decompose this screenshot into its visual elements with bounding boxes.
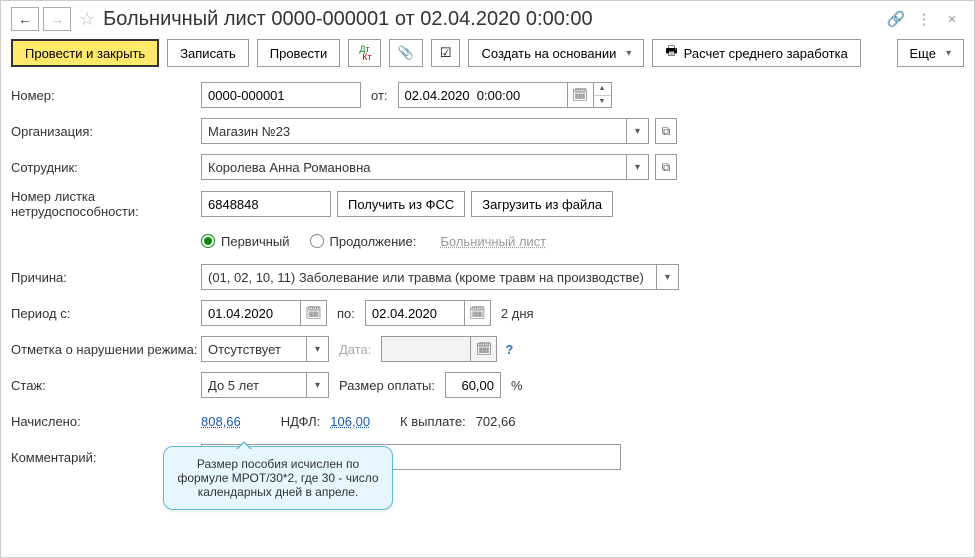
reason-label: Причина: <box>11 270 201 285</box>
violation-date-input <box>381 336 471 362</box>
days-label: 2 дня <box>501 306 534 321</box>
close-icon[interactable]: × <box>940 7 964 31</box>
calendar-icon: 🗓 <box>471 336 497 362</box>
continuation-radio-label: Продолжение: <box>330 234 417 249</box>
employee-open-button[interactable]: ⧉ <box>655 154 677 180</box>
from-label: от: <box>371 88 388 103</box>
period-from-input[interactable] <box>201 300 301 326</box>
seniority-dropdown-button[interactable]: ▾ <box>307 372 329 398</box>
reason-dropdown-button[interactable]: ▾ <box>657 264 679 290</box>
reason-select[interactable]: (01, 02, 10, 11) Заболевание или травма … <box>201 264 657 290</box>
employee-select[interactable]: Королева Анна Романовна <box>201 154 627 180</box>
favorite-star-icon[interactable]: ☆ <box>79 9 95 30</box>
violation-dropdown-button[interactable]: ▾ <box>307 336 329 362</box>
org-dropdown-button[interactable]: ▾ <box>627 118 649 144</box>
calendar-icon[interactable]: 🗓 <box>465 300 491 326</box>
accrued-label: Начислено: <box>11 414 201 429</box>
to-pay-value: 702,66 <box>476 414 516 429</box>
nav-back-button[interactable]: ← <box>11 7 39 31</box>
violation-date-label: Дата: <box>339 342 371 357</box>
org-open-button[interactable]: ⧉ <box>655 118 677 144</box>
help-icon[interactable]: ? <box>505 342 513 357</box>
save-button[interactable]: Записать <box>167 39 249 67</box>
sicklist-link[interactable]: Больничный лист <box>440 234 546 249</box>
calendar-icon[interactable]: 🗓 <box>301 300 327 326</box>
page-title: Больничный лист 0000-000001 от 02.04.202… <box>103 8 880 31</box>
sicknote-label: Номер листка нетрудоспособности: <box>11 189 201 219</box>
load-file-button[interactable]: Загрузить из файла <box>471 191 613 217</box>
pay-size-label: Размер оплаты: <box>339 378 435 393</box>
pay-size-input[interactable] <box>445 372 501 398</box>
continuation-radio[interactable] <box>310 234 324 248</box>
link-icon[interactable]: 🔗 <box>884 7 908 31</box>
to-label: по: <box>337 306 355 321</box>
calendar-icon[interactable]: 🗓 <box>568 82 594 108</box>
dt-kt-icon: Дт Кт <box>357 45 371 61</box>
checklist-icon: ☑ <box>440 45 452 61</box>
seniority-label: Стаж: <box>11 378 201 393</box>
period-to-input[interactable] <box>365 300 465 326</box>
number-input[interactable] <box>201 82 361 108</box>
employee-dropdown-button[interactable]: ▾ <box>627 154 649 180</box>
number-label: Номер: <box>11 88 201 103</box>
employee-label: Сотрудник: <box>11 160 201 175</box>
ndfl-link[interactable]: 106,00 <box>330 414 370 429</box>
ndfl-label: НДФЛ: <box>281 414 321 429</box>
checklist-button[interactable]: ☑ <box>431 39 461 67</box>
org-label: Организация: <box>11 124 201 139</box>
nav-forward-button[interactable]: → <box>43 7 71 31</box>
dt-kt-button[interactable]: Дт Кт <box>348 39 380 67</box>
tooltip-callout: Размер пособия исчислен по формуле МРОТ/… <box>163 446 393 510</box>
submit-close-button[interactable]: Провести и закрыть <box>11 39 159 67</box>
accrued-link[interactable]: 808,66 <box>201 414 241 429</box>
create-based-button[interactable]: Создать на основании▾ <box>468 39 644 67</box>
org-select[interactable]: Магазин №23 <box>201 118 627 144</box>
print-icon: 🖶 <box>665 42 677 64</box>
doc-date-input[interactable] <box>398 82 568 108</box>
kebab-menu-icon[interactable]: ⋮ <box>912 7 936 31</box>
chevron-down-icon: ▾ <box>946 48 951 59</box>
sicknote-input[interactable] <box>201 191 331 217</box>
period-from-label: Период с: <box>11 306 201 321</box>
avg-earnings-button[interactable]: 🖶Расчет среднего заработка <box>652 39 860 67</box>
to-pay-label: К выплате: <box>400 414 466 429</box>
seniority-select[interactable]: До 5 лет <box>201 372 307 398</box>
primary-radio[interactable] <box>201 234 215 248</box>
percent-label: % <box>511 378 523 393</box>
attachment-button[interactable]: 📎 <box>389 39 423 67</box>
violation-label: Отметка о нарушении режима: <box>11 342 201 357</box>
primary-radio-label: Первичный <box>221 234 290 249</box>
get-fss-button[interactable]: Получить из ФСС <box>337 191 465 217</box>
submit-button[interactable]: Провести <box>257 39 341 67</box>
more-button[interactable]: Еще▾ <box>897 39 964 67</box>
date-stepper[interactable]: ▲▼ <box>594 82 612 108</box>
chevron-down-icon: ▾ <box>626 48 631 59</box>
paperclip-icon: 📎 <box>398 45 414 61</box>
violation-select[interactable]: Отсутствует <box>201 336 307 362</box>
